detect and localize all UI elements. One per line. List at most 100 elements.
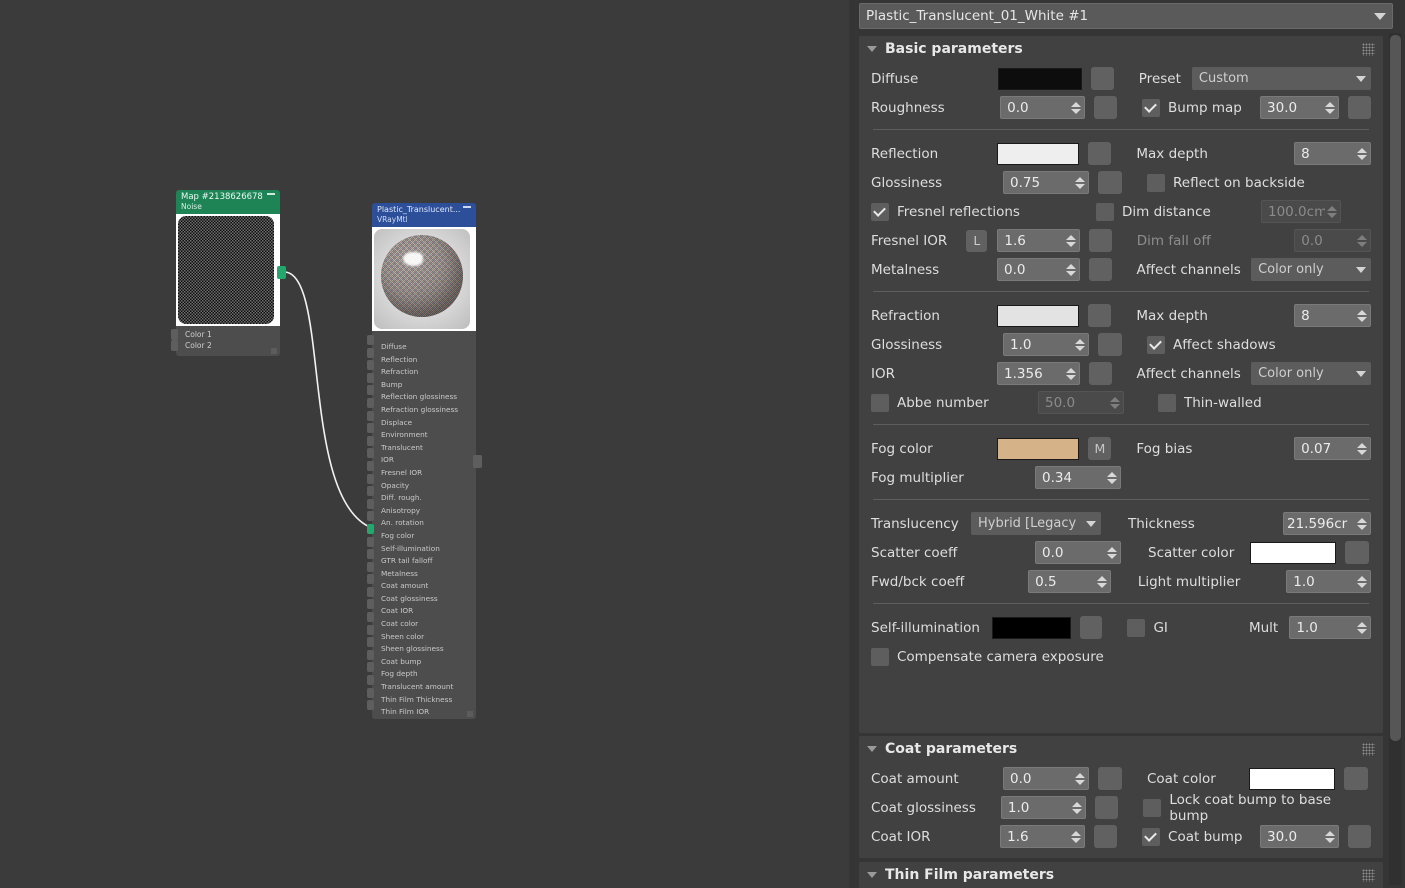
input-socket[interactable] [171,329,178,340]
input-socket[interactable] [367,574,374,585]
fresnel-ior-lock-button[interactable]: L [966,229,988,252]
input-socket[interactable] [367,700,374,711]
refraction-max-depth-spinner[interactable]: 8 [1294,304,1371,327]
reflection-glossiness-map-button[interactable] [1098,171,1122,194]
input-socket[interactable] [367,687,374,698]
scatter-color-map-button[interactable] [1345,541,1369,564]
reflection-max-depth-spinner[interactable]: 8 [1294,142,1371,165]
triangle-down-icon[interactable] [867,872,877,878]
refraction-color-swatch[interactable] [997,304,1080,327]
input-socket[interactable] [367,649,374,660]
node-input-diffuse[interactable]: Diffuse [367,334,476,351]
node-input-ior[interactable]: IOR [367,447,476,464]
bump-map-spinner[interactable]: 30.0 [1260,96,1339,119]
output-socket[interactable] [277,266,286,279]
coat-bump-spinner[interactable]: 30.0 [1260,825,1339,848]
node-input-gtr-tail-falloff[interactable]: GTR tail falloff [367,548,476,565]
fog-multiplier-spinner[interactable]: 0.34 [1035,466,1121,489]
spinner-arrows-icon[interactable] [1096,573,1108,590]
node-input-refraction-glossiness[interactable]: Refraction glossiness [367,397,476,414]
chevron-down-icon[interactable] [1374,12,1386,20]
ior-spinner[interactable]: 1.356 [997,362,1080,385]
node-input-bump[interactable]: Bump [367,372,476,389]
input-socket[interactable] [367,423,374,434]
node-input-coat-glossiness[interactable]: Coat glossiness [367,586,476,603]
input-socket[interactable] [367,360,374,371]
spinner-arrows-icon[interactable] [1324,828,1336,845]
spinner-arrows-icon[interactable] [1075,770,1086,787]
lock-coat-bump-checkbox[interactable] [1143,798,1162,817]
spinner-arrows-icon[interactable] [1107,469,1118,486]
node-graph-canvas[interactable]: Map #2138626678 Noise Color 1 Color 2 Pl… [0,0,849,888]
spinner-arrows-icon[interactable] [1070,828,1082,845]
fresnel-ior-map-button[interactable] [1088,229,1112,252]
input-socket[interactable] [367,347,374,358]
input-socket[interactable] [367,397,374,408]
node-input-displace[interactable]: Displace [367,410,476,427]
input-socket[interactable] [367,624,374,635]
input-socket[interactable] [367,612,374,623]
node-input-reflection[interactable]: Reflection [367,347,476,364]
roughness-spinner[interactable]: 0.0 [1000,96,1085,119]
chevron-down-icon[interactable] [1086,520,1096,527]
resize-grip-icon[interactable] [467,710,473,717]
input-socket[interactable] [367,662,374,673]
dim-falloff-spinner[interactable]: 0.0 [1294,229,1371,252]
input-socket[interactable] [367,385,374,396]
fog-color-map-button[interactable]: M [1088,437,1112,460]
spinner-arrows-icon[interactable] [1075,336,1086,353]
abbe-number-checkbox[interactable] [871,393,889,412]
metalness-map-button[interactable] [1088,258,1112,281]
node-input-diff-rough[interactable]: Diff. rough. [367,485,476,502]
thin-walled-checkbox[interactable] [1158,393,1176,412]
coat-ior-map-button[interactable] [1093,825,1118,848]
scatter-color-swatch[interactable] [1250,541,1336,564]
coat-color-map-button[interactable] [1344,767,1368,790]
dim-distance-checkbox[interactable] [1096,202,1114,221]
node-input-reflection-glossiness[interactable]: Reflection glossiness [367,384,476,401]
input-socket[interactable] [367,486,374,497]
node-input-thin-film-thickness[interactable]: Thin Film Thickness [367,687,476,704]
affect-shadows-checkbox[interactable] [1147,335,1165,354]
spinner-arrows-icon[interactable] [1065,365,1077,382]
dim-distance-spinner[interactable]: 100.0cm [1261,200,1341,223]
input-socket[interactable] [367,561,374,572]
spinner-arrows-icon[interactable] [1357,307,1368,324]
chevron-down-icon[interactable] [1355,266,1366,273]
input-socket[interactable] [367,675,374,686]
node-noise-map[interactable]: Map #2138626678 Noise Color 1 Color 2 [171,190,286,356]
node-input-refraction[interactable]: Refraction [367,359,476,376]
refraction-map-button[interactable] [1088,304,1112,327]
input-socket[interactable] [367,586,374,597]
coat-bump-checkbox[interactable] [1142,827,1161,846]
material-name-dropdown[interactable]: Plastic_Translucent_01_White #1 [859,3,1393,29]
diffuse-map-button[interactable] [1090,67,1114,90]
node-input-color2[interactable]: Color 2 [176,340,280,351]
reflection-map-button[interactable] [1088,142,1112,165]
node-noise-map-header[interactable]: Map #2138626678 Noise [176,190,280,214]
rollout-thin-film-parameters-header[interactable]: Thin Film parameters [859,862,1383,888]
spinner-arrows-icon[interactable] [1075,174,1086,191]
node-input-coat-amount[interactable]: Coat amount [367,573,476,590]
node-input-environment[interactable]: Environment [367,422,476,439]
node-vray-material-header[interactable]: Plastic_Translucent... VRayMtl [372,203,476,227]
rollout-coat-parameters-header[interactable]: Coat parameters [859,736,1383,762]
self-illumination-map-button[interactable] [1080,616,1103,639]
input-socket[interactable] [367,448,374,459]
spinner-arrows-icon[interactable] [1356,232,1368,249]
fwd-bck-coeff-spinner[interactable]: 0.5 [1028,570,1111,593]
scatter-coeff-spinner[interactable]: 0.0 [1035,541,1121,564]
input-socket[interactable] [367,549,374,560]
minus-icon[interactable] [463,206,471,208]
coat-amount-spinner[interactable]: 0.0 [1003,767,1089,790]
coat-glossiness-map-button[interactable] [1094,796,1119,819]
spinner-arrows-icon[interactable] [1357,145,1368,162]
spinner-arrows-icon[interactable] [1357,515,1368,532]
refraction-affect-channels-dropdown[interactable]: Color only [1251,362,1371,385]
roughness-map-button[interactable] [1093,96,1118,119]
node-input-thin-film-ior[interactable]: Thin Film IOR [367,699,476,716]
chevron-down-icon[interactable] [1355,75,1366,82]
fresnel-reflections-checkbox[interactable] [871,202,889,221]
input-socket[interactable] [367,599,374,610]
input-socket[interactable] [367,637,374,648]
